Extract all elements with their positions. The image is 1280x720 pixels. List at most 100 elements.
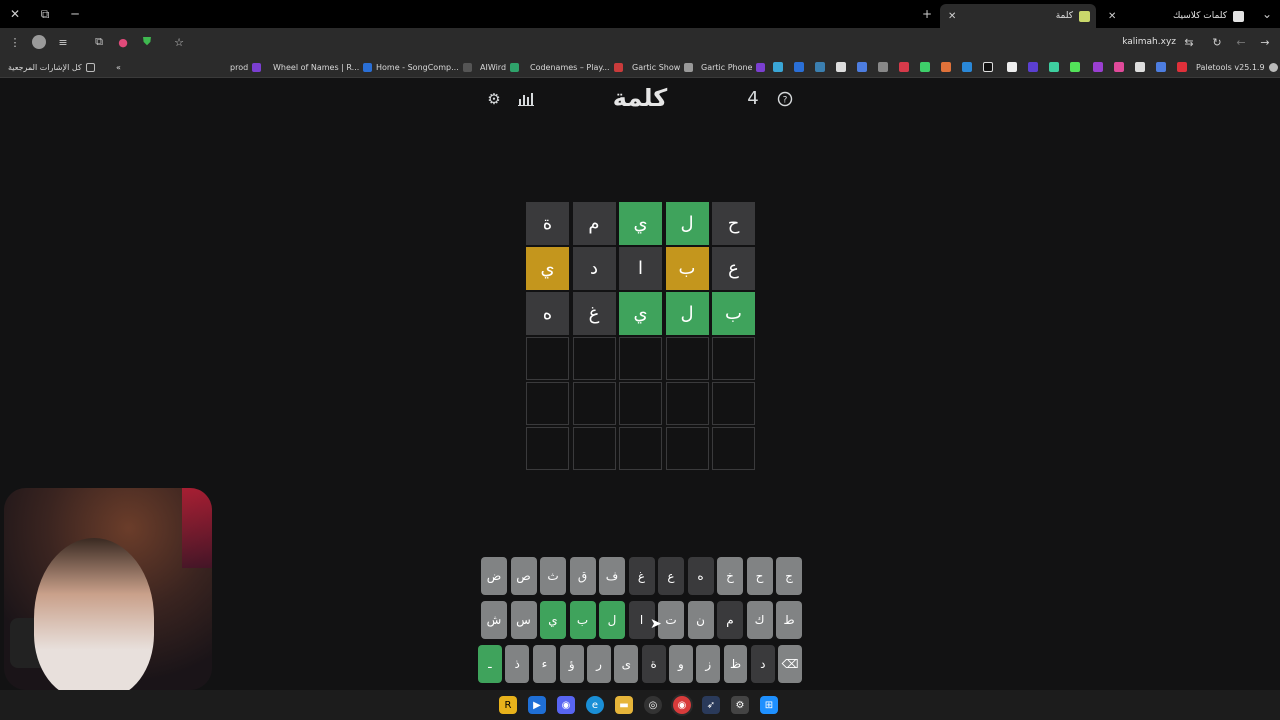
edge-icon[interactable]: e bbox=[586, 696, 604, 714]
bookmark-gartic-phone[interactable]: Gartic Phone bbox=[701, 60, 766, 74]
extensions-icon[interactable]: ⧉ bbox=[90, 33, 108, 51]
extension-pink-icon[interactable]: ● bbox=[114, 33, 132, 51]
keyboard-key[interactable]: ش bbox=[481, 601, 507, 639]
bookmark-icon[interactable] bbox=[1177, 62, 1187, 72]
keyboard-key[interactable]: م bbox=[717, 601, 743, 639]
bookmark-icon[interactable] bbox=[878, 62, 888, 72]
bookmark-icon[interactable] bbox=[836, 62, 846, 72]
bookmark-icon[interactable] bbox=[1114, 62, 1124, 72]
bookmark-wheel-of-names[interactable]: Wheel of Names | R... bbox=[273, 60, 373, 74]
keyboard-key[interactable]: و bbox=[669, 645, 693, 683]
shield-icon[interactable]: ⛊ bbox=[138, 33, 156, 51]
bookmark-codenames[interactable]: Codenames – Play... bbox=[530, 60, 623, 74]
app-blue-icon[interactable]: ▶ bbox=[528, 696, 546, 714]
backspace-key[interactable]: ⌫ bbox=[778, 645, 802, 683]
settings-icon[interactable]: ⚙ bbox=[485, 90, 503, 108]
keyboard-key[interactable]: ل bbox=[599, 601, 625, 639]
bookmark-icon[interactable] bbox=[857, 62, 867, 72]
keyboard-key[interactable]: ي bbox=[540, 601, 566, 639]
close-window-icon[interactable]: ✕ bbox=[0, 0, 30, 28]
stats-icon[interactable] bbox=[517, 90, 535, 108]
tab-active[interactable]: ✕ كلمة bbox=[940, 4, 1096, 28]
all-bookmarks[interactable]: كل الإشارات المرجعية bbox=[8, 60, 95, 74]
address-bar[interactable]: kalimah.xyz bbox=[1122, 28, 1176, 56]
steam-icon[interactable]: ➶ bbox=[702, 696, 720, 714]
keyboard-key[interactable]: ذ bbox=[505, 645, 530, 683]
keyboard-key[interactable]: ب bbox=[569, 601, 596, 639]
bookmark-icon[interactable] bbox=[1156, 62, 1166, 72]
tab-inactive[interactable]: ✕ كلمات كلاسيك bbox=[1100, 4, 1250, 28]
board-tile bbox=[665, 337, 709, 380]
keyboard-key[interactable]: ن bbox=[687, 601, 714, 639]
keyboard-row-1: جحخهعغفقثصض bbox=[478, 557, 802, 595]
keyboard-key[interactable]: س bbox=[510, 601, 537, 639]
back-icon[interactable]: ← bbox=[1232, 33, 1250, 51]
keyboard-key[interactable]: ح bbox=[746, 557, 773, 595]
keyboard-key[interactable]: ز bbox=[696, 645, 721, 683]
bookmarks-overflow-icon[interactable]: « bbox=[116, 60, 121, 74]
bookmark-gartic-show[interactable]: Gartic Show bbox=[632, 60, 694, 74]
keyboard-key[interactable]: ة bbox=[641, 645, 666, 683]
help-icon[interactable]: ? bbox=[776, 90, 794, 108]
minimize-window-icon[interactable]: ─ bbox=[60, 0, 90, 28]
keyboard-key[interactable]: ؤ bbox=[559, 645, 584, 683]
site-settings-icon[interactable]: ⇆ bbox=[1180, 33, 1198, 51]
bookmark-icon[interactable] bbox=[941, 62, 951, 72]
keyboard-key[interactable]: ظ bbox=[723, 645, 748, 683]
rockstar-icon[interactable]: R bbox=[499, 696, 517, 714]
close-tab-icon[interactable]: ✕ bbox=[1108, 11, 1116, 22]
tab-search-icon[interactable]: ⌄ bbox=[1252, 0, 1280, 28]
bookmark-icon[interactable] bbox=[962, 62, 972, 72]
bookmark-icon[interactable] bbox=[1007, 62, 1017, 72]
bookmark-icon[interactable] bbox=[983, 62, 993, 72]
keyboard-key[interactable]: خ bbox=[717, 557, 743, 595]
close-tab-icon[interactable]: ✕ bbox=[948, 11, 956, 22]
bookmark-star-icon[interactable]: ☆ bbox=[170, 33, 188, 51]
windows-start-icon[interactable]: ⊞ bbox=[760, 696, 778, 714]
keyboard-key[interactable]: ض bbox=[481, 557, 507, 595]
chrome-icon[interactable]: ◉ bbox=[673, 696, 691, 714]
board-tile bbox=[526, 382, 569, 425]
playlist-icon[interactable]: ≡ bbox=[54, 33, 72, 51]
forward-icon[interactable]: → bbox=[1256, 33, 1274, 51]
keyboard-key[interactable]: ص bbox=[510, 557, 537, 595]
keyboard-key[interactable]: ع bbox=[658, 557, 684, 595]
bookmark-icon[interactable] bbox=[815, 62, 825, 72]
bookmark-icon[interactable] bbox=[773, 62, 783, 72]
new-tab-icon[interactable]: + bbox=[912, 0, 942, 28]
keyboard-key[interactable]: د bbox=[750, 645, 775, 683]
bookmark-icon[interactable] bbox=[1028, 62, 1038, 72]
profile-icon[interactable] bbox=[32, 35, 46, 49]
bookmark-aiwird[interactable]: AIWird bbox=[480, 60, 520, 74]
keyboard-key[interactable]: غ bbox=[628, 557, 655, 595]
bookmark-icon[interactable] bbox=[1093, 62, 1103, 72]
keyboard-key[interactable]: ط bbox=[776, 601, 802, 639]
keyboard-key[interactable]: ق bbox=[569, 557, 596, 595]
keyboard-key[interactable]: ث bbox=[540, 557, 566, 595]
keyboard-key[interactable]: ء bbox=[532, 645, 557, 683]
keyboard-key[interactable]: ك bbox=[746, 601, 773, 639]
keyboard-key[interactable]: ر bbox=[587, 645, 611, 683]
bookmark-icon[interactable] bbox=[899, 62, 909, 72]
settings-gear-icon[interactable]: ⚙ bbox=[731, 696, 749, 714]
restore-window-icon[interactable]: ⧉ bbox=[30, 0, 60, 28]
bookmark-icon[interactable] bbox=[1049, 62, 1059, 72]
discord-icon[interactable]: ◉ bbox=[557, 696, 575, 714]
keyboard-key[interactable]: ف bbox=[599, 557, 625, 595]
bookmark-icon[interactable] bbox=[794, 62, 804, 72]
bookmark-icon[interactable] bbox=[1135, 62, 1145, 72]
bookmark-songcomp[interactable]: Home - SongComp... bbox=[376, 60, 472, 74]
keyboard-key[interactable]: ج bbox=[776, 557, 802, 595]
bookmark-prod[interactable]: prod bbox=[230, 60, 262, 74]
reload-icon[interactable]: ↻ bbox=[1208, 33, 1226, 51]
board-tile: ة bbox=[526, 202, 569, 245]
menu-icon[interactable]: ⋮ bbox=[6, 33, 24, 51]
enter-key[interactable]: ـ bbox=[477, 645, 502, 683]
bookmark-icon[interactable] bbox=[1070, 62, 1080, 72]
folder-icon[interactable]: ▬ bbox=[615, 696, 633, 714]
keyboard-key[interactable]: ى bbox=[614, 645, 639, 683]
bookmark-icon[interactable] bbox=[920, 62, 930, 72]
keyboard-key[interactable]: ه bbox=[687, 557, 714, 595]
bookmark-paletools[interactable]: Paletools v25.1.9 bbox=[1196, 60, 1278, 74]
obs-icon[interactable]: ◎ bbox=[644, 696, 662, 714]
